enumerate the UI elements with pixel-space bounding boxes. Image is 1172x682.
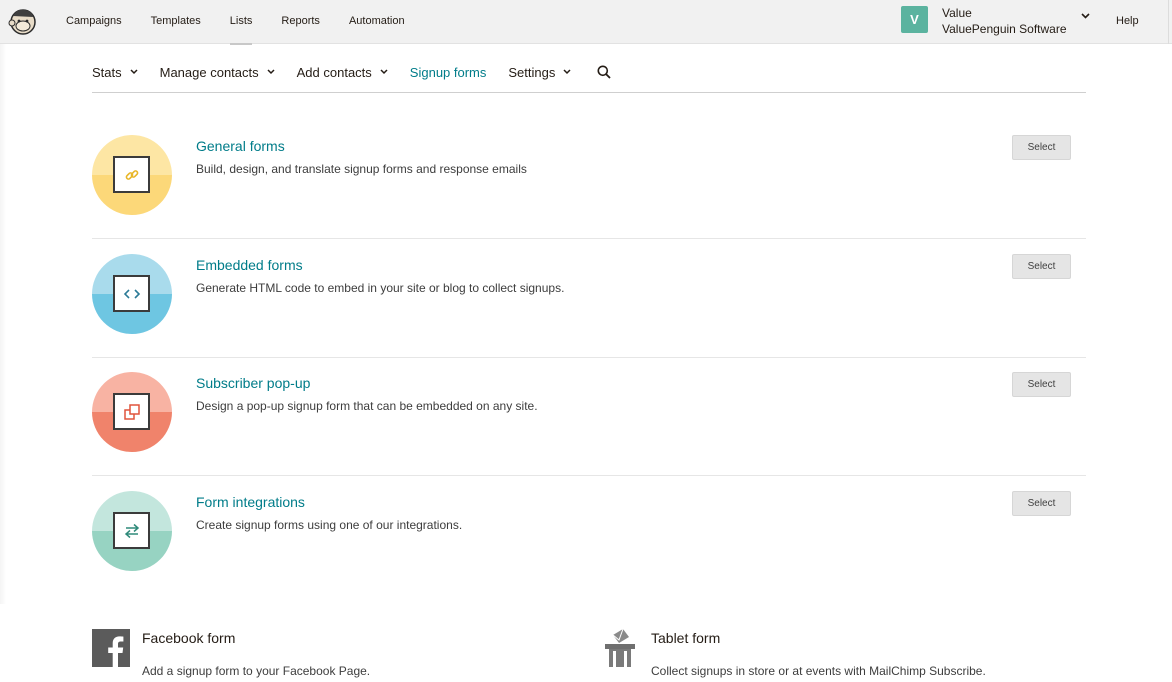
subnav-add-contacts[interactable]: Add contacts xyxy=(297,65,388,84)
form-option-general: General forms Build, design, and transla… xyxy=(92,120,1086,239)
tablet-form-description: Collect signups in store or at events wi… xyxy=(651,664,986,678)
top-navigation-bar: Campaigns Templates Lists Reports Automa… xyxy=(0,0,1172,45)
subnav-signup-forms-label: Signup forms xyxy=(409,64,487,80)
left-shadow xyxy=(0,44,6,604)
help-link[interactable]: Help xyxy=(1116,0,1139,42)
icon-card xyxy=(113,275,150,312)
facebook-form-description: Add a signup form to your Facebook Page. xyxy=(142,664,371,678)
nav-automation[interactable]: Automation xyxy=(349,0,405,44)
arrows-exchange-icon xyxy=(124,523,139,538)
list-subnav: Stats Manage contacts Add contacts Signu… xyxy=(92,56,1086,93)
nav-templates[interactable]: Templates xyxy=(151,0,201,44)
subscriber-popup-description: Design a pop-up signup form that can be … xyxy=(196,399,538,413)
form-option-popup: Subscriber pop-up Design a pop-up signup… xyxy=(92,357,1086,476)
facebook-form-title[interactable]: Facebook form xyxy=(142,630,235,646)
form-option-embedded: Embedded forms Generate HTML code to emb… xyxy=(92,239,1086,358)
account-avatar: V xyxy=(901,6,928,33)
integrations-illustration xyxy=(92,491,172,571)
facebook-icon xyxy=(92,629,130,667)
facebook-form-option[interactable]: Facebook form Add a signup form to your … xyxy=(92,627,512,682)
embedded-forms-illustration xyxy=(92,254,172,334)
chevron-down-icon xyxy=(267,69,275,75)
general-forms-select-button[interactable]: Select xyxy=(1012,135,1071,160)
account-menu[interactable]: V Value ValuePenguin Software xyxy=(901,6,1090,37)
tablet-form-title[interactable]: Tablet form xyxy=(651,630,720,646)
link-icon xyxy=(125,169,138,180)
popup-icon xyxy=(123,403,140,420)
general-forms-title[interactable]: General forms xyxy=(196,137,285,155)
embedded-forms-title[interactable]: Embedded forms xyxy=(196,256,303,274)
chevron-down-icon xyxy=(380,69,388,75)
popup-illustration xyxy=(92,372,172,452)
chevron-down-icon xyxy=(563,69,571,75)
mailbox-icon xyxy=(605,628,635,667)
subnav-stats-label: Stats xyxy=(92,64,122,80)
subscriber-popup-select-button[interactable]: Select xyxy=(1012,372,1071,397)
nav-reports[interactable]: Reports xyxy=(281,0,320,44)
general-forms-description: Build, design, and translate signup form… xyxy=(196,162,527,176)
form-integrations-title[interactable]: Form integrations xyxy=(196,493,305,511)
subnav-signup-forms[interactable]: Signup forms xyxy=(410,65,487,84)
subnav-manage-contacts[interactable]: Manage contacts xyxy=(160,65,275,84)
tablet-form-option[interactable]: Tablet form Collect signups in store or … xyxy=(603,627,1073,682)
subnav-settings[interactable]: Settings xyxy=(508,65,571,84)
primary-nav: Campaigns Templates Lists Reports Automa… xyxy=(66,0,434,45)
subscriber-popup-title[interactable]: Subscriber pop-up xyxy=(196,374,310,392)
account-org: ValuePenguin Software xyxy=(942,22,1067,36)
code-icon xyxy=(123,288,140,299)
edge-divider xyxy=(1168,0,1172,44)
form-option-integrations: Form integrations Create signup forms us… xyxy=(92,476,1086,595)
chevron-down-icon[interactable] xyxy=(1081,13,1090,19)
subnav-stats[interactable]: Stats xyxy=(92,65,138,84)
account-text: Value ValuePenguin Software xyxy=(942,6,1067,37)
subnav-manage-contacts-label: Manage contacts xyxy=(159,64,259,80)
icon-card xyxy=(113,156,150,193)
form-integrations-select-button[interactable]: Select xyxy=(1012,491,1071,516)
general-forms-illustration xyxy=(92,135,172,215)
nav-campaigns[interactable]: Campaigns xyxy=(66,0,122,44)
search-icon[interactable] xyxy=(597,65,612,79)
icon-card xyxy=(113,393,150,430)
embedded-forms-select-button[interactable]: Select xyxy=(1012,254,1071,279)
mailchimp-logo-icon[interactable] xyxy=(8,6,38,36)
subnav-add-contacts-label: Add contacts xyxy=(296,64,372,80)
embedded-forms-description: Generate HTML code to embed in your site… xyxy=(196,281,565,295)
nav-lists[interactable]: Lists xyxy=(229,0,252,45)
form-integrations-description: Create signup forms using one of our int… xyxy=(196,518,463,532)
subnav-settings-label: Settings xyxy=(508,64,556,80)
account-name: Value xyxy=(942,6,972,20)
chevron-down-icon xyxy=(130,69,138,75)
icon-card xyxy=(113,512,150,549)
